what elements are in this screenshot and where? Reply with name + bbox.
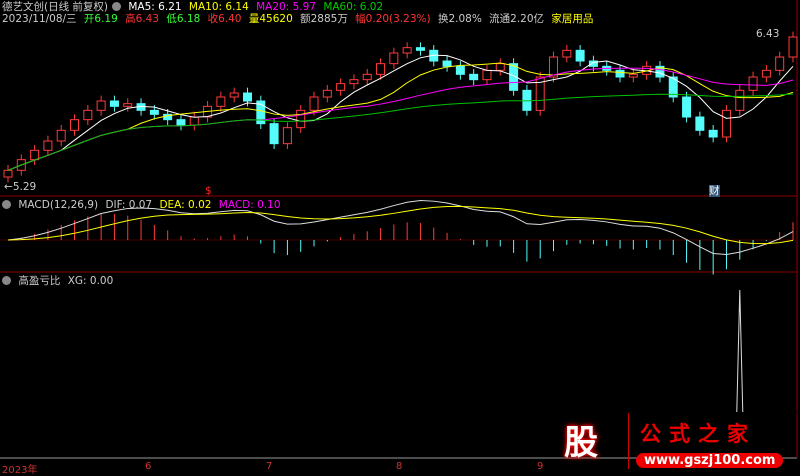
header-row-2: 2023/11/08/三 开6.19 高6.43 低6.18 收6.40 量45…	[2, 13, 597, 25]
candle-body	[216, 96, 226, 107]
candle-body	[269, 123, 279, 145]
ma20-label: MA20: 5.97	[256, 1, 316, 13]
stock-chart[interactable]	[0, 0, 800, 473]
candle-body	[721, 109, 731, 138]
macd-name[interactable]: MACD(12,26,9)	[18, 199, 98, 211]
candle-body	[695, 116, 705, 131]
candle-body	[242, 92, 252, 102]
volume: 量45620	[248, 13, 293, 25]
candle-body	[735, 89, 745, 111]
float-cap: 流通2.20亿	[489, 13, 545, 25]
candle-body	[43, 140, 53, 151]
candle-body	[455, 65, 465, 75]
xg-signal-spike	[736, 289, 744, 413]
logo-icon: 股	[564, 423, 598, 463]
candles	[3, 31, 798, 183]
candle-body	[469, 73, 479, 81]
moving-averages	[7, 54, 794, 171]
turnover: 换2.08%	[437, 13, 482, 25]
candle-body	[176, 119, 186, 126]
candle-body	[389, 52, 399, 65]
candle-body	[109, 100, 119, 107]
dif-value: DIF: 0.07	[105, 199, 153, 211]
candle-body	[189, 116, 199, 126]
candle-body	[322, 89, 332, 98]
max-price-label: 6.43	[756, 28, 780, 40]
event-marker[interactable]: $	[205, 185, 212, 197]
x-tick-label: 8	[396, 461, 403, 472]
candle-body	[615, 69, 625, 78]
ma5-label: MA5: 6.21	[128, 1, 182, 13]
candle-body	[788, 36, 798, 58]
candle-body	[56, 129, 66, 142]
stock-name[interactable]: 德艺文创(日线 前复权)	[2, 1, 108, 13]
xg-header: 高盈亏比 XG: 0.00	[2, 275, 117, 287]
high-price: 高6.43	[125, 13, 160, 25]
x-tick-label: 7	[266, 461, 273, 472]
dea-value: DEA: 0.02	[159, 199, 212, 211]
settings-dot-icon[interactable]	[2, 276, 11, 285]
ma10-label: MA10: 6.14	[188, 1, 249, 13]
change: 幅0.20(3.23%)	[355, 13, 431, 25]
candle-body	[3, 169, 13, 178]
low-price: 低6.18	[166, 13, 201, 25]
candle-body	[562, 49, 572, 58]
candle-body	[482, 69, 492, 81]
candle-body	[575, 49, 585, 62]
settings-dot-icon[interactable]	[112, 2, 122, 11]
amount: 额2885万	[300, 13, 348, 25]
candle-body	[415, 47, 425, 51]
candle-body	[30, 149, 40, 161]
min-price-label: ←5.29	[4, 181, 37, 193]
macd-value: MACD: 0.10	[218, 199, 281, 211]
logo-name: 公式之家	[640, 421, 756, 446]
candle-body	[349, 79, 359, 85]
x-tick-label: 6	[145, 461, 152, 472]
x-tick-label: 9	[537, 461, 544, 472]
candle-body	[402, 47, 412, 54]
macd-panel	[0, 200, 797, 275]
open-price: 开6.19	[83, 13, 118, 25]
candle-body	[282, 127, 292, 145]
candle-body	[442, 60, 452, 67]
settings-dot-icon[interactable]	[2, 200, 11, 209]
candle-body	[748, 76, 758, 91]
header-row-1: 德艺文创(日线 前复权) MA5: 6.21 MA10: 6.14 MA20: …	[2, 1, 387, 13]
x-tick-label: 2023年	[2, 465, 38, 476]
watermark-logo: 股 公式之家 www.gszj100.com	[556, 413, 784, 469]
candle-body	[83, 109, 93, 121]
candle-body	[362, 73, 372, 81]
candle-body	[682, 96, 692, 118]
logo-url: www.gszj100.com	[636, 453, 784, 468]
candle-body	[70, 119, 80, 131]
candle-body	[296, 109, 306, 129]
candle-body	[309, 96, 319, 111]
candle-body	[96, 100, 106, 111]
finance-marker[interactable]: 财	[709, 185, 720, 197]
candle-body	[229, 92, 239, 98]
candle-body	[775, 56, 785, 71]
candle-body	[336, 83, 346, 91]
close-price: 收6.40	[207, 13, 242, 25]
candle-body	[495, 63, 505, 71]
xg-value: XG: 0.00	[67, 275, 114, 287]
candle-body	[376, 63, 386, 75]
xg-panel	[0, 289, 797, 413]
ma60-label: MA60: 6.02	[323, 1, 384, 13]
candle-body	[761, 69, 771, 78]
candle-body	[123, 103, 133, 107]
candle-body	[149, 109, 159, 115]
date: 2023/11/08/三	[2, 13, 77, 25]
indicator-name[interactable]: 高盈亏比	[18, 275, 60, 287]
candle-body	[708, 129, 718, 138]
industry[interactable]: 家居用品	[551, 13, 593, 25]
candle-body	[628, 73, 638, 78]
dea-line	[7, 205, 794, 245]
macd-header: MACD(12,26,9) DIF: 0.07 DEA: 0.02 MACD: …	[2, 199, 285, 211]
